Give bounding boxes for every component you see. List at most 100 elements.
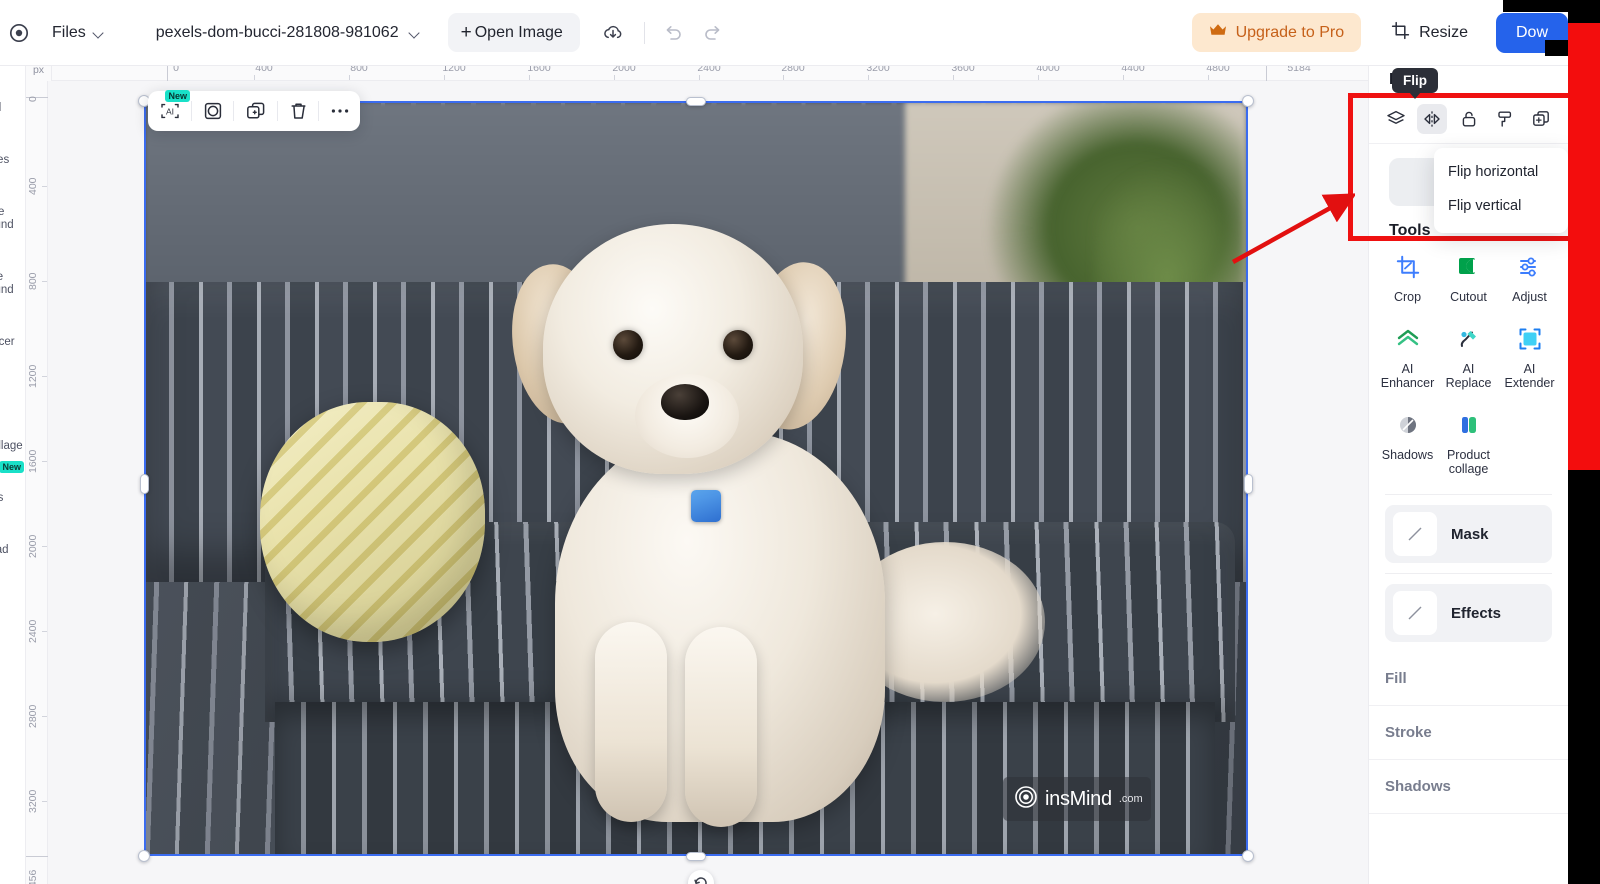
unlock-icon[interactable] [1453, 104, 1483, 134]
resize-handle-bottom-right[interactable] [1242, 850, 1254, 862]
ruler-mark [349, 75, 350, 80]
paint-roller-icon[interactable] [1490, 104, 1520, 134]
watermark: insMind .com [1003, 777, 1151, 821]
tool-label: Product collage [1446, 448, 1491, 476]
ruler-mark [699, 75, 700, 80]
tool-ai-enhancer[interactable]: AI Enhancer [1377, 322, 1438, 394]
sidebar-item-change-background[interactable]: Change Background [0, 239, 25, 304]
sidebar-item-product-collage[interactable]: Product collage [0, 408, 25, 460]
new-badge: New [0, 461, 24, 473]
duplicate-icon[interactable] [1526, 104, 1556, 134]
diagonal-line-icon [1393, 591, 1437, 635]
resize-handle-bottom-left[interactable] [138, 850, 150, 862]
sidebar-item-upload[interactable]: Upload [0, 70, 25, 122]
mask-label: Mask [1451, 525, 1489, 543]
redo-icon[interactable] [702, 22, 723, 43]
resize-handle-bottom-center[interactable] [686, 852, 706, 861]
ruler-tick: 0 [27, 96, 39, 102]
tool-label: AI Enhancer [1380, 362, 1435, 390]
change-bg-icon [0, 246, 25, 268]
insmind-photo-editor: Files pexels-dom-bucci-281808-981062 + O… [0, 0, 1600, 884]
screenshot-edge-artifact [1503, 0, 1568, 12]
tool-cutout[interactable]: Cutout [1438, 250, 1499, 308]
resize-handle-top-center[interactable] [686, 97, 706, 106]
menu-item-flip-horizontal[interactable]: Flip horizontal [1434, 155, 1568, 189]
canvas-area[interactable]: insMind .com [48, 81, 1368, 884]
tool-label: Adjust [1512, 290, 1547, 304]
tool-adjust[interactable]: Adjust [1499, 250, 1560, 308]
undo-icon[interactable] [663, 22, 684, 43]
fill-row[interactable]: Fill [1369, 652, 1568, 706]
sidebar-item-remove-background[interactable]: Remove Background [0, 174, 25, 239]
rotate-handle[interactable] [688, 870, 714, 884]
filename-dropdown[interactable]: pexels-dom-bucci-281808-981062 [152, 18, 424, 48]
flip-icon[interactable] [1417, 104, 1448, 134]
vertical-ruler[interactable]: 0 400 800 1200 1600 2000 2400 2800 3200 … [26, 81, 48, 884]
tool-crop[interactable]: Crop [1377, 250, 1438, 308]
resize-handle-middle-right[interactable] [1244, 474, 1253, 494]
plus-icon: + [460, 22, 472, 43]
tool-shadows[interactable]: Shadows [1377, 408, 1438, 480]
sidebar-item-label: Templates [0, 154, 10, 166]
ruler-tick: 1600 [27, 449, 39, 473]
tool-ai-replace[interactable]: AI Replace [1438, 322, 1499, 394]
sidebar-item-templates[interactable]: Templates [0, 122, 25, 174]
upgrade-to-pro-button[interactable]: Upgrade to Pro [1191, 13, 1362, 52]
toolbar-divider [643, 21, 645, 44]
tool-label: AI Replace [1445, 362, 1492, 390]
ai-replace-icon [1456, 326, 1482, 357]
screenshot-edge-artifact [1545, 40, 1568, 56]
photo-image[interactable]: insMind .com [145, 102, 1247, 855]
ai-select-icon[interactable]: New AI [148, 90, 191, 131]
flip-tooltip: Flip [1392, 68, 1438, 99]
effects-row[interactable]: Effects [1385, 584, 1552, 642]
sidebar-item-ai-tools[interactable]: New AI Tools [0, 460, 25, 512]
files-menu[interactable]: Files [46, 18, 110, 48]
cutout-icon [1456, 254, 1482, 285]
insmind-logo-icon[interactable] [4, 23, 34, 43]
mask-row[interactable]: Mask [1385, 505, 1552, 563]
resize-button[interactable]: Resize [1385, 13, 1474, 53]
ruler-mark [529, 75, 530, 80]
ai-extender-icon [1517, 326, 1543, 357]
chevron-down-icon [93, 27, 104, 38]
ruler-mark [1208, 75, 1209, 80]
sidebar-item-label: Text [0, 388, 25, 401]
screenshot-edge-artifact [1568, 23, 1600, 470]
more-dots-icon[interactable] [319, 91, 360, 131]
ruler-mark [953, 75, 954, 80]
tool-ai-extender[interactable]: AI Extender [1499, 322, 1560, 394]
sidebar-item-ai-enhancer[interactable]: AI Enhancer [0, 304, 25, 356]
flip-dropdown-menu: Flip horizontal Flip vertical [1434, 148, 1568, 233]
resize-handle-middle-left[interactable] [140, 474, 149, 494]
open-image-button[interactable]: + Open Image [447, 13, 580, 52]
object-action-toolbar [1369, 95, 1568, 144]
sidebar-item-download[interactable]: Download [0, 512, 25, 564]
stroke-row[interactable]: Stroke [1369, 706, 1568, 760]
screenshot-edge-artifact [1568, 0, 1600, 23]
ruler-mark [42, 376, 47, 377]
ruler-mark [444, 75, 445, 80]
sidebar-item-label: Change Background [0, 271, 14, 296]
delete-trash-icon[interactable] [278, 91, 318, 131]
cloud-sync-icon[interactable] [602, 22, 624, 44]
photo-dog-eye-left [613, 330, 643, 360]
ruler-mark [42, 546, 47, 547]
open-image-label: Open Image [474, 23, 563, 41]
ruler-mark [42, 461, 47, 462]
stroke-label: Stroke [1385, 724, 1432, 741]
menu-item-flip-vertical[interactable]: Flip vertical [1434, 189, 1568, 223]
tool-product-collage[interactable]: Product collage [1438, 408, 1499, 480]
sidebar-item-text[interactable]: Text [0, 356, 25, 408]
ai-enhancer-icon [1395, 326, 1421, 357]
upgrade-label: Upgrade to Pro [1235, 23, 1345, 41]
ruler-tick: 3200 [27, 789, 39, 813]
watermark-text: insMind [1045, 787, 1112, 810]
resize-handle-top-right[interactable] [1242, 95, 1254, 107]
shadows-row[interactable]: Shadows [1369, 760, 1568, 814]
download-label: Dow [1516, 23, 1549, 41]
effects-label: Effects [1451, 604, 1502, 622]
duplicate-icon[interactable] [234, 91, 277, 131]
layers-icon[interactable] [1381, 104, 1411, 134]
mask-circle-icon[interactable] [192, 91, 233, 131]
